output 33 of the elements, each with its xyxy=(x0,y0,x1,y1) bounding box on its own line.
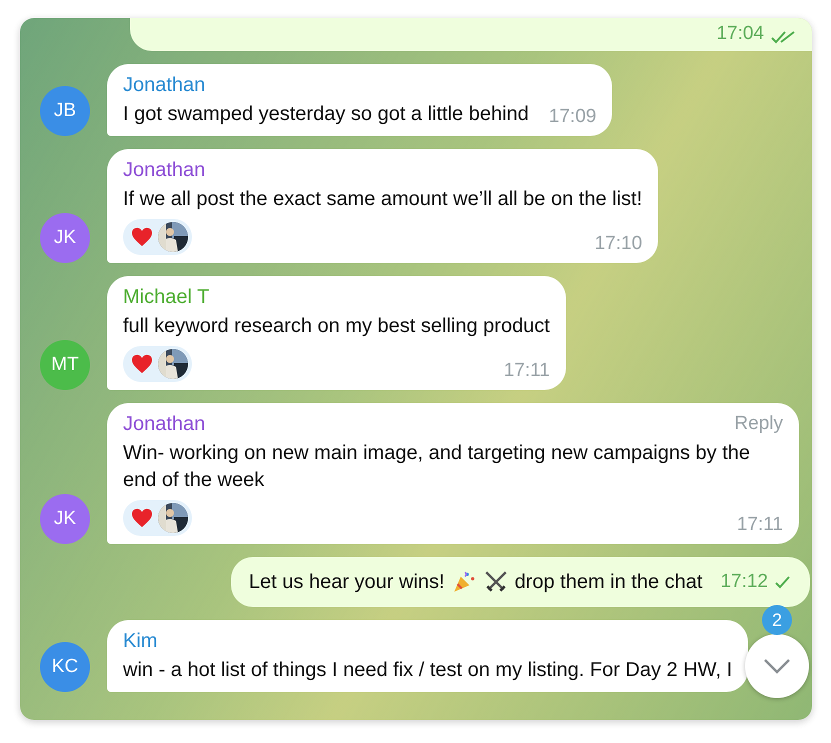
message-text: win - a hot list of things I need fix / test on my listing. For Day 2 HW, I xyxy=(123,658,732,683)
message-time: 17:11 xyxy=(504,360,550,382)
message-text: full keyword research on my best selling product xyxy=(123,314,550,339)
avatar[interactable]: JB xyxy=(40,86,90,136)
avatar[interactable]: MT xyxy=(40,340,90,390)
sender-name[interactable]: Kim xyxy=(123,630,158,653)
scroll-down-button[interactable] xyxy=(745,634,809,698)
sender-name[interactable]: Jonathan xyxy=(123,74,206,97)
reaction-chip[interactable] xyxy=(123,346,192,382)
message-time: 17:04 xyxy=(716,23,764,45)
chevron-down-icon xyxy=(762,657,792,675)
avatar[interactable]: JK xyxy=(40,494,90,544)
message-text: Win- working on new main image, and targeting new campaigns by the end of the week xyxy=(123,441,751,493)
heart-icon xyxy=(131,354,153,374)
message-text: I got swamped yesterday so got a little behind xyxy=(123,102,529,127)
reaction-chip[interactable] xyxy=(123,219,192,255)
message-time: 17:11 xyxy=(736,514,783,536)
reaction-chip[interactable] xyxy=(123,500,192,536)
avatar[interactable]: KC xyxy=(40,642,90,692)
unread-badge: 2 xyxy=(762,605,792,635)
sender-name[interactable]: Michael T xyxy=(123,286,210,309)
message-text: Let us hear your wins! xyxy=(248,570,445,594)
heart-icon xyxy=(131,227,153,247)
message-time: 17:10 xyxy=(594,233,642,255)
avatar[interactable]: JK xyxy=(40,213,90,263)
message-text: If we all post the exact same amount we’ll all be on the list! xyxy=(123,187,642,212)
message-time: 17:12 xyxy=(720,571,768,593)
sender-name[interactable]: Jonathan xyxy=(123,413,206,436)
reply-link[interactable]: Reply xyxy=(734,413,783,436)
message-time: 17:09 xyxy=(548,106,596,128)
heart-icon xyxy=(131,508,153,528)
message-text: drop them in the chat xyxy=(514,570,702,594)
sender-name[interactable]: Jonathan xyxy=(123,159,206,182)
